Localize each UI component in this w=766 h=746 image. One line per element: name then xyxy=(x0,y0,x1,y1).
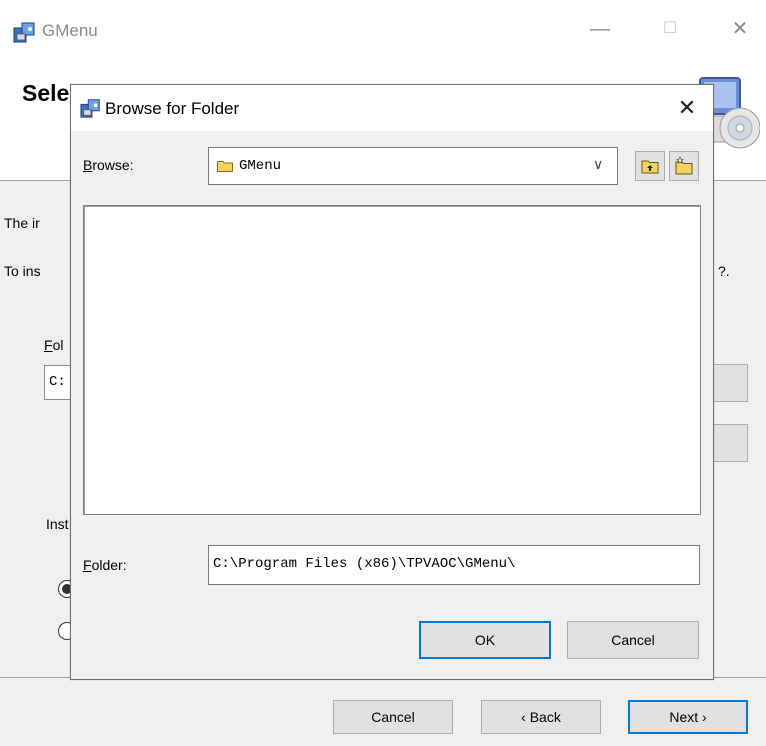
description-line-2: To ins xyxy=(4,263,41,279)
dialog-cancel-button[interactable]: Cancel xyxy=(567,621,699,659)
installer-icon xyxy=(13,22,35,43)
description-line-1: The ir xyxy=(4,215,40,231)
new-folder-button[interactable] xyxy=(669,151,699,181)
ok-button[interactable]: OK xyxy=(419,621,551,659)
back-button[interactable]: ‹ Back xyxy=(481,700,601,734)
cancel-button[interactable]: Cancel xyxy=(333,700,453,734)
chevron-down-icon[interactable]: ∨ xyxy=(593,156,603,173)
folder-tree[interactable] xyxy=(83,205,701,515)
close-button[interactable]: ✕ xyxy=(720,14,760,44)
installer-icon xyxy=(80,99,100,118)
browse-button[interactable] xyxy=(710,364,748,402)
browse-label: Browse: xyxy=(83,157,134,173)
install-for-label: Inst xyxy=(46,516,69,532)
browse-combobox[interactable]: GMenu ∨ xyxy=(208,147,618,185)
title-bar: GMenu — ☐ ✕ xyxy=(0,0,766,58)
minimize-button[interactable]: — xyxy=(580,14,620,44)
description-line-2-tail: ?. xyxy=(718,263,730,279)
folder-path-label: Folder: xyxy=(83,557,127,573)
next-button[interactable]: Next › xyxy=(628,700,748,734)
maximize-button[interactable]: ☐ xyxy=(650,14,690,44)
browse-folder-dialog: Browse for Folder ✕ Browse: GMenu ∨ Fold… xyxy=(70,84,714,680)
browse-combobox-value: GMenu xyxy=(239,158,282,174)
disk-cost-button[interactable] xyxy=(710,424,748,462)
up-folder-button[interactable] xyxy=(635,151,665,181)
new-folder-icon xyxy=(675,156,693,175)
folder-label: Fol xyxy=(44,337,64,353)
up-folder-icon xyxy=(641,160,659,174)
dialog-title: Browse for Folder xyxy=(105,99,240,118)
folder-path-input[interactable]: C:\Program Files (x86)\TPVAOC\GMenu\ xyxy=(208,545,700,585)
window-title: GMenu xyxy=(42,21,98,40)
dialog-title-bar: Browse for Folder ✕ xyxy=(71,85,713,131)
folder-icon xyxy=(217,161,233,172)
dialog-close-button[interactable]: ✕ xyxy=(667,91,707,125)
